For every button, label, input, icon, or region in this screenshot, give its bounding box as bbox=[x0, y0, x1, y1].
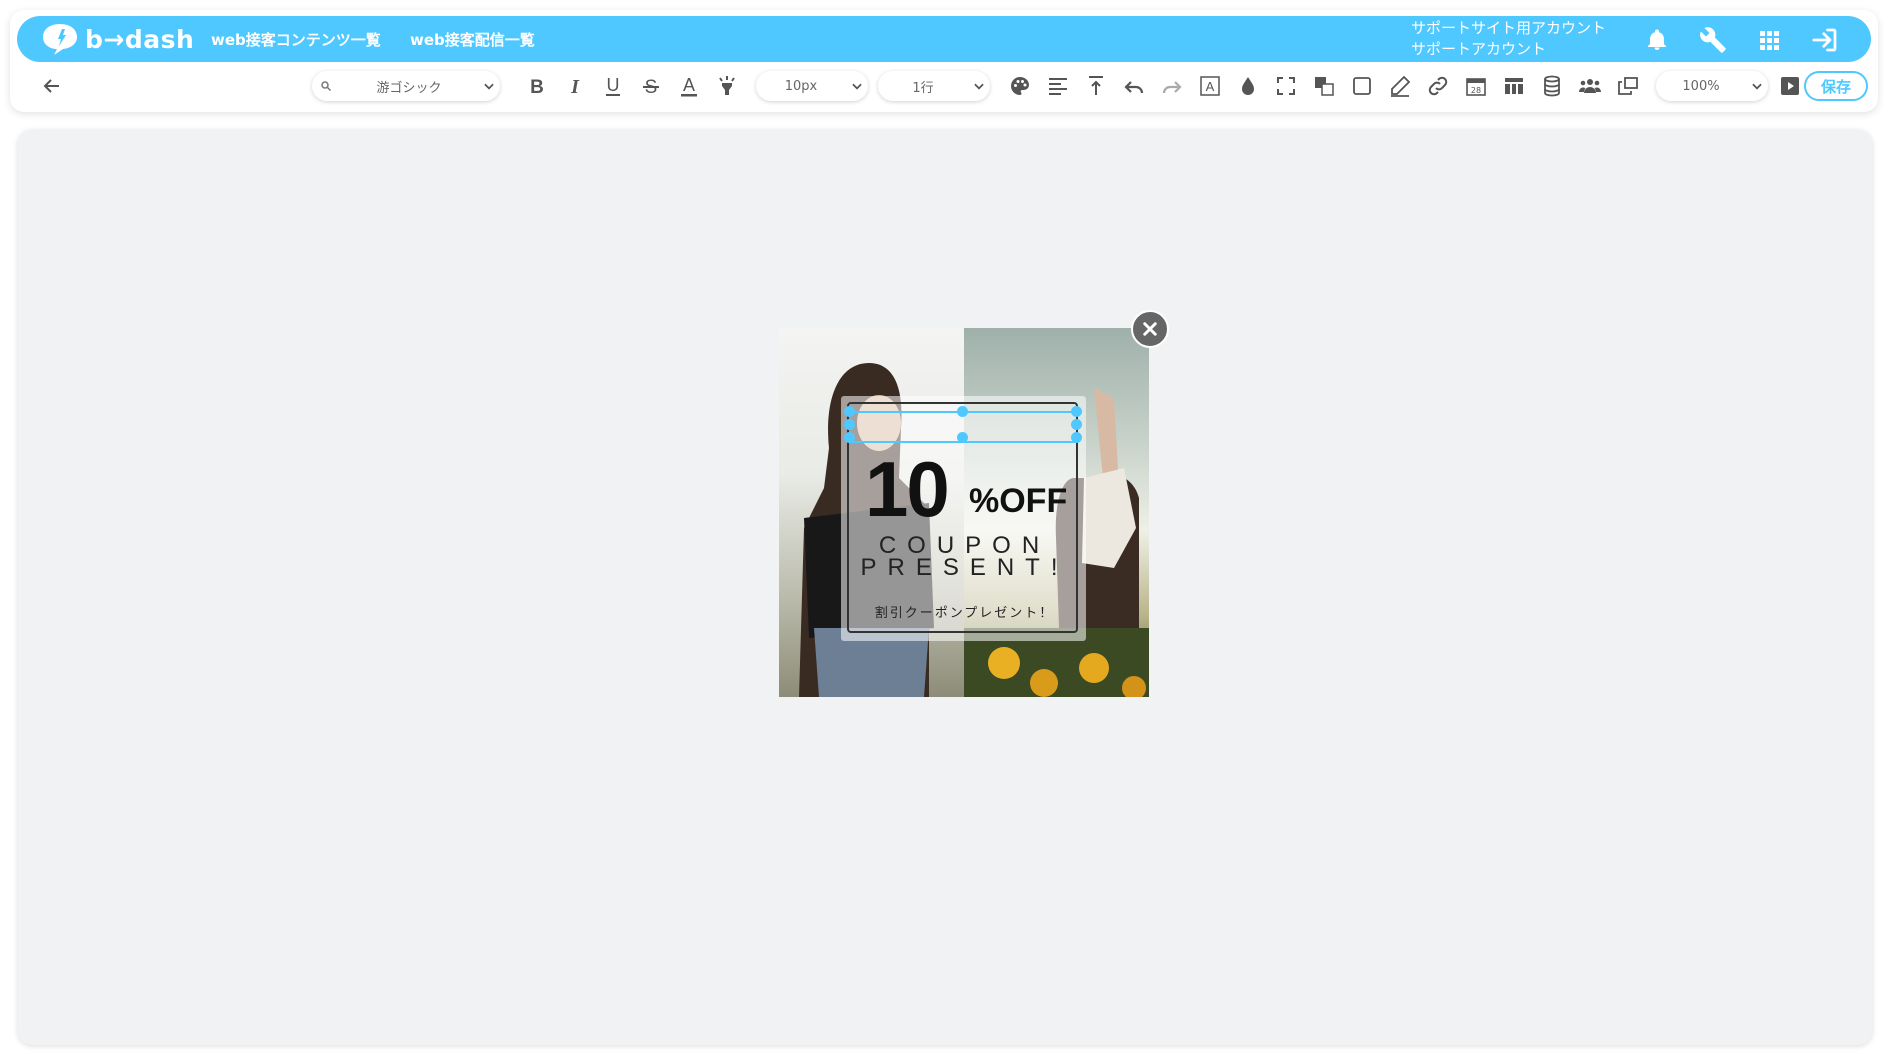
resize-handle[interactable] bbox=[844, 432, 855, 443]
undo-icon[interactable] bbox=[1120, 72, 1148, 100]
close-icon[interactable] bbox=[1131, 310, 1169, 348]
preview-play-icon[interactable] bbox=[1776, 72, 1804, 100]
underline-icon[interactable]: U bbox=[599, 72, 627, 100]
resize-handle[interactable] bbox=[1071, 406, 1082, 417]
resize-handle[interactable] bbox=[957, 406, 968, 417]
opacity-drop-icon[interactable] bbox=[1234, 72, 1262, 100]
account-info[interactable]: サポートサイト用アカウント サポートアカウント bbox=[1411, 18, 1606, 60]
chevron-down-icon bbox=[846, 79, 868, 93]
coupon-subtitle[interactable]: 割引クーポンプレゼント！ bbox=[849, 602, 1080, 621]
users-icon[interactable] bbox=[1576, 72, 1604, 100]
table-icon[interactable] bbox=[1500, 72, 1528, 100]
discount-suffix[interactable]: %OFF bbox=[969, 482, 1067, 521]
pen-icon[interactable] bbox=[1386, 72, 1414, 100]
font-family-select[interactable]: 游ゴシック bbox=[312, 71, 500, 101]
account-sub: サポートアカウント bbox=[1411, 40, 1547, 58]
account-name: サポートサイト用アカウント bbox=[1411, 19, 1607, 37]
popup-preview[interactable]: 10 %OFF COUPON PRESENT! 割引クーポンプレゼント！ bbox=[779, 328, 1149, 697]
svg-text:28: 28 bbox=[1471, 86, 1481, 95]
top-navigation-bar: b→dash web接客コンテンツ一覧 web接客配信一覧 サポートサイト用アカ… bbox=[17, 16, 1871, 62]
editor-toolbar: 游ゴシック B I U S A 10px 1行 A 28 100% 保存 bbox=[10, 66, 1878, 110]
windows-icon[interactable] bbox=[1614, 72, 1642, 100]
save-button[interactable]: 保存 bbox=[1804, 71, 1868, 101]
logout-icon[interactable] bbox=[1809, 24, 1841, 56]
resize-handle[interactable] bbox=[957, 432, 968, 443]
database-icon[interactable] bbox=[1538, 72, 1566, 100]
bell-icon[interactable] bbox=[1641, 24, 1673, 56]
svg-text:A: A bbox=[1206, 79, 1215, 94]
wrench-icon[interactable] bbox=[1697, 24, 1729, 56]
italic-icon[interactable]: I bbox=[561, 72, 589, 100]
text-box-icon[interactable]: A bbox=[1196, 72, 1224, 100]
nav-content-list[interactable]: web接客コンテンツ一覧 bbox=[211, 29, 381, 50]
nav-delivery-list[interactable]: web接客配信一覧 bbox=[410, 29, 535, 50]
layer-order-icon[interactable] bbox=[1310, 72, 1338, 100]
logo-text: b→dash bbox=[85, 24, 195, 54]
calendar-icon[interactable]: 28 bbox=[1462, 72, 1490, 100]
back-arrow-icon[interactable] bbox=[38, 72, 66, 100]
svg-text:A: A bbox=[683, 75, 695, 95]
svg-text:B: B bbox=[530, 77, 544, 98]
font-color-icon[interactable]: A bbox=[675, 72, 703, 100]
font-size-select[interactable]: 10px bbox=[756, 71, 868, 101]
line-height-select[interactable]: 1行 bbox=[878, 71, 990, 101]
redo-icon[interactable] bbox=[1158, 72, 1186, 100]
search-icon bbox=[312, 80, 340, 92]
chevron-down-icon bbox=[478, 79, 500, 93]
resize-handle[interactable] bbox=[844, 419, 855, 430]
fullscreen-icon[interactable] bbox=[1272, 72, 1300, 100]
palette-icon[interactable] bbox=[1006, 72, 1034, 100]
line-height-value: 1行 bbox=[912, 80, 934, 96]
grid-icon[interactable] bbox=[1753, 24, 1785, 56]
font-size-value: 10px bbox=[784, 78, 818, 94]
bold-icon[interactable]: B bbox=[523, 72, 551, 100]
zoom-select[interactable]: 100% bbox=[1656, 71, 1768, 101]
app-header: b→dash web接客コンテンツ一覧 web接客配信一覧 サポートサイト用アカ… bbox=[10, 10, 1878, 112]
vertical-align-top-icon[interactable] bbox=[1082, 72, 1110, 100]
font-family-value: 游ゴシック bbox=[376, 80, 442, 96]
highlight-icon[interactable] bbox=[713, 72, 741, 100]
link-icon[interactable] bbox=[1424, 72, 1452, 100]
resize-handle[interactable] bbox=[844, 406, 855, 417]
svg-text:I: I bbox=[570, 76, 580, 98]
chevron-down-icon bbox=[1746, 79, 1768, 93]
logo[interactable]: b→dash bbox=[41, 20, 194, 58]
svg-text:U: U bbox=[607, 75, 620, 95]
chevron-down-icon bbox=[968, 79, 990, 93]
strikethrough-icon[interactable]: S bbox=[637, 72, 665, 100]
coupon-line2[interactable]: PRESENT! bbox=[849, 554, 1080, 582]
zoom-value: 100% bbox=[1682, 78, 1720, 94]
bdash-logo-icon bbox=[43, 24, 77, 55]
border-icon[interactable] bbox=[1348, 72, 1376, 100]
align-left-icon[interactable] bbox=[1044, 72, 1072, 100]
resize-handle[interactable] bbox=[1071, 432, 1082, 443]
discount-number[interactable]: 10 bbox=[865, 444, 950, 535]
resize-handle[interactable] bbox=[1071, 419, 1082, 430]
